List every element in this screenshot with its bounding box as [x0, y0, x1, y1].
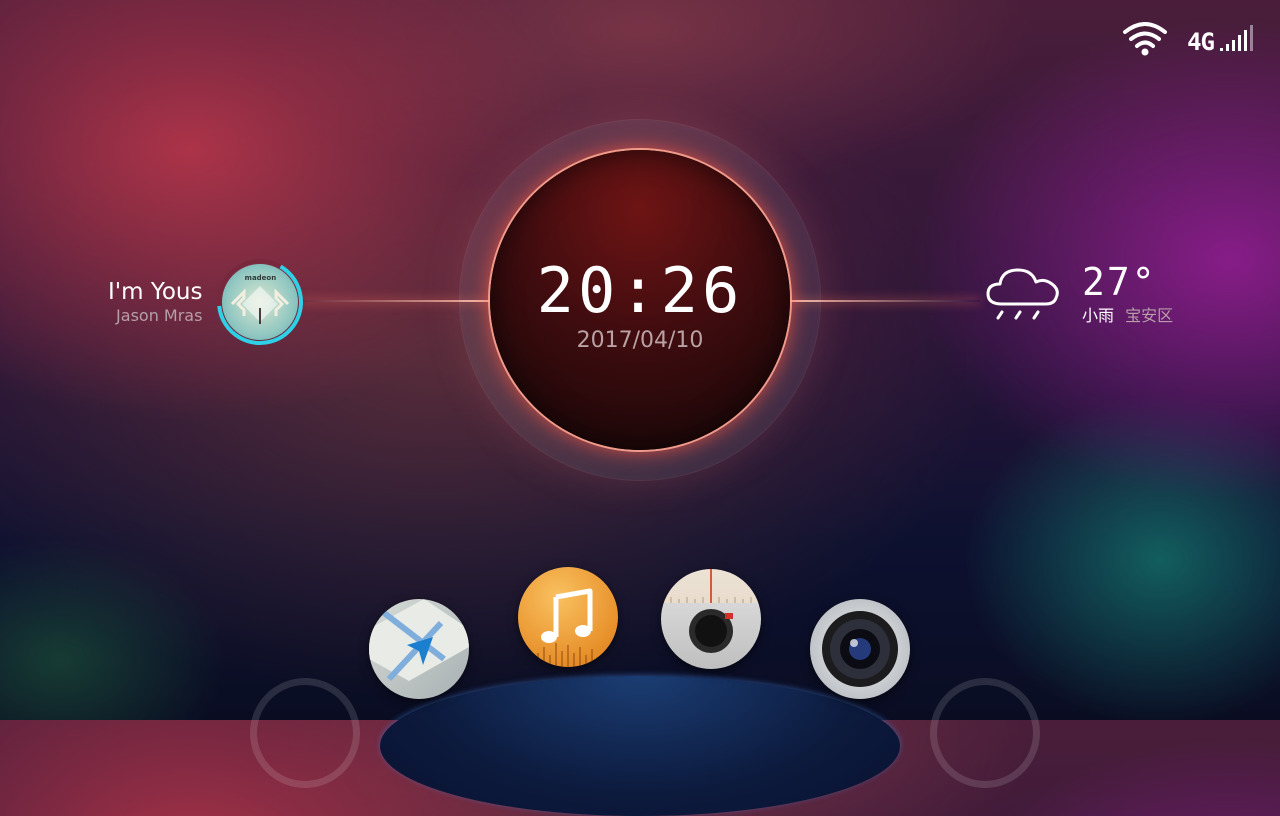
song-title: I'm Yous — [108, 279, 203, 305]
now-playing-texts: I'm Yous Jason Mras — [108, 278, 202, 326]
network-indicator: 4G — [1187, 24, 1258, 56]
radio-app-button[interactable] — [661, 569, 761, 669]
dock-placeholder-right — [930, 678, 1040, 788]
camera-app-button[interactable] — [810, 599, 910, 699]
weather-widget[interactable]: 27° 小雨 宝安区 — [984, 262, 1173, 334]
weather-condition: 小雨 — [1082, 306, 1115, 325]
clock-time: 20:26 — [536, 254, 744, 327]
maps-app-button[interactable] — [369, 599, 469, 699]
album-cover: madeon — [222, 264, 299, 340]
music-app-button[interactable] — [518, 567, 618, 667]
wifi-icon — [1121, 20, 1169, 60]
song-artist: Jason Mras — [116, 306, 203, 325]
now-playing-widget[interactable]: I'm Yous Jason Mras madeon — [108, 258, 304, 346]
signal-bars-icon — [1218, 24, 1258, 56]
clock-widget[interactable]: 20:26 2017/04/10 — [490, 150, 790, 450]
music-note-icon — [518, 588, 618, 667]
status-bar: 4G — [1121, 20, 1258, 60]
network-type-label: 4G — [1187, 28, 1215, 56]
weather-texts: 27° 小雨 宝安区 — [1082, 262, 1173, 326]
radio-dial-icon — [661, 569, 761, 669]
cloud-rain-icon — [984, 262, 1062, 334]
dock-placeholder-left — [250, 678, 360, 788]
weather-location: 宝安区 — [1125, 306, 1174, 325]
album-art[interactable]: madeon — [216, 258, 304, 346]
clock-date: 2017/04/10 — [576, 328, 704, 353]
dock-arc — [380, 676, 900, 816]
weather-temperature: 27° — [1082, 260, 1157, 304]
